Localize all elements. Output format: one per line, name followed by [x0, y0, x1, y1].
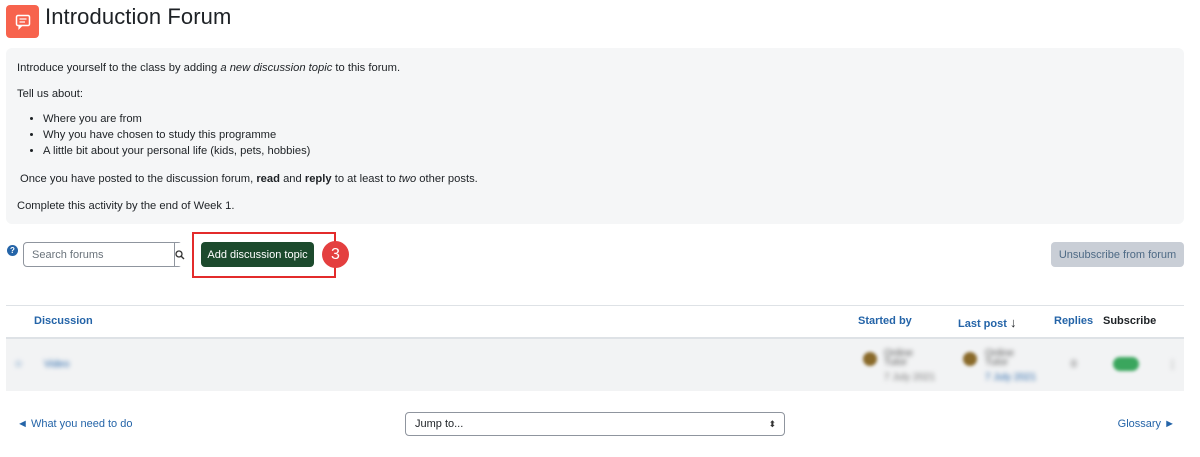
jump-to-value: Jump to... — [415, 418, 464, 430]
reply-count[interactable]: 0 — [1071, 359, 1077, 370]
unsubscribe-button[interactable]: Unsubscribe from forum — [1051, 242, 1184, 267]
posted-text: to at least to — [331, 173, 399, 185]
intro-bullet-list: Where you are from Why you have chosen t… — [43, 112, 310, 160]
list-item: Where you are from — [43, 112, 310, 128]
forum-icon — [6, 5, 39, 38]
two-emphasis: two — [398, 173, 417, 185]
tell-us-label: Tell us about: — [17, 88, 83, 100]
list-item: A little bit about your personal life (k… — [43, 144, 310, 160]
completion-note: Complete this activity by the end of Wee… — [17, 200, 235, 212]
sort-arrow-icon: ↓ — [1009, 315, 1017, 330]
column-header-replies[interactable]: Replies — [1054, 315, 1093, 327]
star-icon[interactable]: ☆ — [14, 359, 23, 370]
search-icon — [175, 249, 185, 259]
posted-text-end: other posts. — [416, 173, 478, 185]
intro-text-end: to this forum. — [332, 62, 401, 74]
help-icon[interactable]: ? — [7, 245, 18, 256]
select-arrows-icon: ⬍ — [768, 419, 776, 429]
more-actions-icon[interactable]: ⋮ — [1167, 358, 1178, 371]
page-title: Introduction Forum — [45, 4, 232, 29]
intro-line: Introduce yourself to the class by addin… — [17, 61, 400, 76]
table-divider — [6, 305, 1184, 306]
read-emphasis: read — [256, 173, 280, 185]
step-badge: 3 — [322, 241, 349, 268]
search-forums-box — [23, 242, 185, 267]
forum-description: Introduce yourself to the class by addin… — [6, 48, 1184, 224]
reply-emphasis: reply — [304, 173, 332, 185]
started-by-date: 7 July 2021 — [884, 372, 936, 383]
column-header-last-post[interactable]: Last post ↓ — [958, 315, 1016, 330]
search-input[interactable] — [24, 243, 174, 266]
intro-emphasis: a new discussion topic — [220, 62, 333, 74]
posted-instructions: Once you have posted to the discussion f… — [20, 172, 478, 187]
started-by-name[interactable]: Online Tutor — [884, 349, 924, 368]
search-button[interactable] — [174, 243, 185, 266]
posted-text: Once you have posted to the discussion f… — [20, 173, 257, 185]
last-post-name[interactable]: Online Tutor — [985, 349, 1025, 368]
previous-activity-link[interactable]: ◄ What you need to do — [17, 418, 132, 430]
add-discussion-topic-button[interactable]: Add discussion topic — [201, 242, 314, 267]
avatar — [963, 352, 977, 366]
last-post-label: Last post — [958, 318, 1007, 330]
posted-text: and — [279, 173, 305, 185]
jump-to-select[interactable]: Jump to... ⬍ — [405, 412, 785, 436]
list-item: Why you have chosen to study this progra… — [43, 128, 310, 144]
discussion-title-link[interactable]: Video — [44, 359, 69, 370]
column-header-subscribe: Subscribe — [1103, 315, 1157, 327]
subscribe-toggle[interactable] — [1113, 357, 1139, 371]
column-header-discussion[interactable]: Discussion — [34, 315, 93, 327]
next-activity-link[interactable]: Glossary ► — [1118, 418, 1175, 430]
last-post-date[interactable]: 7 July 2021 — [985, 372, 1036, 383]
intro-text: Introduce yourself to the class by addin… — [17, 62, 221, 74]
column-header-started-by[interactable]: Started by — [858, 315, 912, 327]
avatar — [863, 352, 877, 366]
